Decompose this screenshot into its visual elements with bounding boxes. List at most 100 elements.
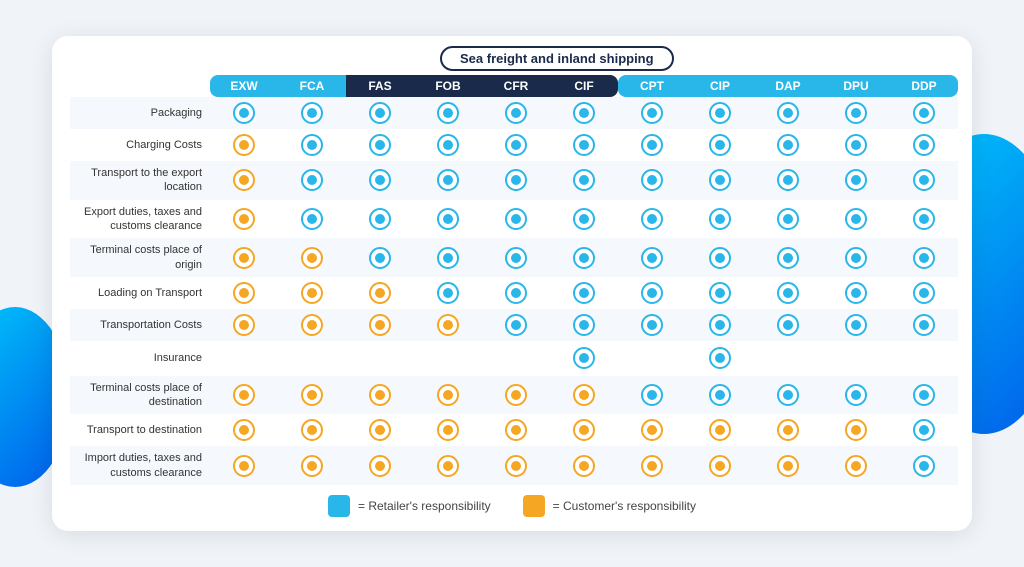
- cell-icon: [890, 309, 958, 341]
- blue-circle-icon: [913, 134, 935, 156]
- row-label: Charging Costs: [70, 129, 210, 161]
- blue-circle-icon: [437, 134, 459, 156]
- table-row: Packaging: [70, 97, 958, 129]
- blue-circle-icon: [709, 208, 731, 230]
- blue-circle-icon: [505, 247, 527, 269]
- orange-circle-icon: [505, 384, 527, 406]
- orange-circle-icon: [709, 455, 731, 477]
- blue-circle-icon: [709, 102, 731, 124]
- header-cfr: CFR: [482, 75, 550, 97]
- blue-circle-icon: [437, 169, 459, 191]
- orange-circle-icon: [301, 247, 323, 269]
- cell-icon: [346, 376, 414, 415]
- orange-circle-icon: [233, 208, 255, 230]
- cell-icon: [618, 277, 686, 309]
- orange-circle-icon: [573, 384, 595, 406]
- blue-circle-icon: [233, 102, 255, 124]
- blue-circle-icon: [845, 247, 867, 269]
- blue-circle-icon: [437, 282, 459, 304]
- header-cip: CIP: [686, 75, 754, 97]
- blue-circle-icon: [573, 102, 595, 124]
- orange-circle-icon: [301, 314, 323, 336]
- cell-icon: [754, 200, 822, 239]
- blue-circle-icon: [777, 169, 799, 191]
- legend-orange-box: [523, 495, 545, 517]
- cell-icon: [618, 161, 686, 200]
- blue-circle-icon: [777, 208, 799, 230]
- cell-icon: [414, 446, 482, 485]
- table-row: Terminal costs place of destination: [70, 376, 958, 415]
- blue-circle-icon: [913, 282, 935, 304]
- orange-circle-icon: [233, 384, 255, 406]
- cell-icon: [550, 97, 618, 129]
- cell-icon: [686, 376, 754, 415]
- cell-icon: [210, 97, 278, 129]
- cell-icon: [482, 97, 550, 129]
- cell-icon: [822, 414, 890, 446]
- blue-circle-icon: [709, 169, 731, 191]
- cell-icon: [414, 238, 482, 277]
- blue-circle-icon: [913, 102, 935, 124]
- cell-icon: [550, 129, 618, 161]
- cell-icon: [550, 414, 618, 446]
- header-ddp: DDP: [890, 75, 958, 97]
- cell-icon: [278, 446, 346, 485]
- header-dpu: DPU: [822, 75, 890, 97]
- cell-icon: [550, 277, 618, 309]
- orange-circle-icon: [505, 455, 527, 477]
- cell-icon: [414, 161, 482, 200]
- cell-icon: [414, 376, 482, 415]
- cell-icon: [890, 376, 958, 415]
- cell-icon: [482, 277, 550, 309]
- cell-icon: [210, 161, 278, 200]
- table-row: Loading on Transport: [70, 277, 958, 309]
- cell-icon: [686, 200, 754, 239]
- cell-icon: [346, 414, 414, 446]
- cell-icon: [278, 309, 346, 341]
- orange-circle-icon: [233, 282, 255, 304]
- cell-icon: [210, 200, 278, 239]
- cell-icon: [346, 238, 414, 277]
- empty-cell: [369, 346, 391, 368]
- blue-circle-icon: [845, 169, 867, 191]
- cell-icon: [618, 238, 686, 277]
- cell-icon: [278, 414, 346, 446]
- orange-circle-icon: [233, 419, 255, 441]
- table-row: Transport to the export location: [70, 161, 958, 200]
- blue-circle-icon: [573, 134, 595, 156]
- cell-icon: [822, 129, 890, 161]
- sea-freight-label: Sea freight and inland shipping: [440, 46, 674, 71]
- cell-icon: [686, 238, 754, 277]
- blue-circle-icon: [369, 208, 391, 230]
- blue-circle-icon: [301, 169, 323, 191]
- blue-circle-icon: [777, 247, 799, 269]
- cell-icon: [618, 341, 686, 376]
- cell-icon: [822, 97, 890, 129]
- cell-icon: [618, 446, 686, 485]
- blue-circle-icon: [913, 247, 935, 269]
- cell-icon: [414, 309, 482, 341]
- blue-circle-icon: [709, 247, 731, 269]
- blue-circle-icon: [641, 102, 663, 124]
- blue-circle-icon: [641, 208, 663, 230]
- cell-icon: [822, 446, 890, 485]
- cell-icon: [686, 129, 754, 161]
- legend-blue-box: [328, 495, 350, 517]
- orange-circle-icon: [369, 384, 391, 406]
- blue-circle-icon: [573, 347, 595, 369]
- cell-icon: [210, 414, 278, 446]
- cell-icon: [890, 414, 958, 446]
- table-row: Transportation Costs: [70, 309, 958, 341]
- cell-icon: [278, 97, 346, 129]
- cell-icon: [550, 309, 618, 341]
- empty-cell: [437, 346, 459, 368]
- cell-icon: [414, 414, 482, 446]
- header-fca: FCA: [278, 75, 346, 97]
- cell-icon: [346, 97, 414, 129]
- cell-icon: [278, 129, 346, 161]
- cell-icon: [822, 376, 890, 415]
- cell-icon: [482, 376, 550, 415]
- orange-circle-icon: [301, 455, 323, 477]
- cell-icon: [754, 277, 822, 309]
- cell-icon: [550, 446, 618, 485]
